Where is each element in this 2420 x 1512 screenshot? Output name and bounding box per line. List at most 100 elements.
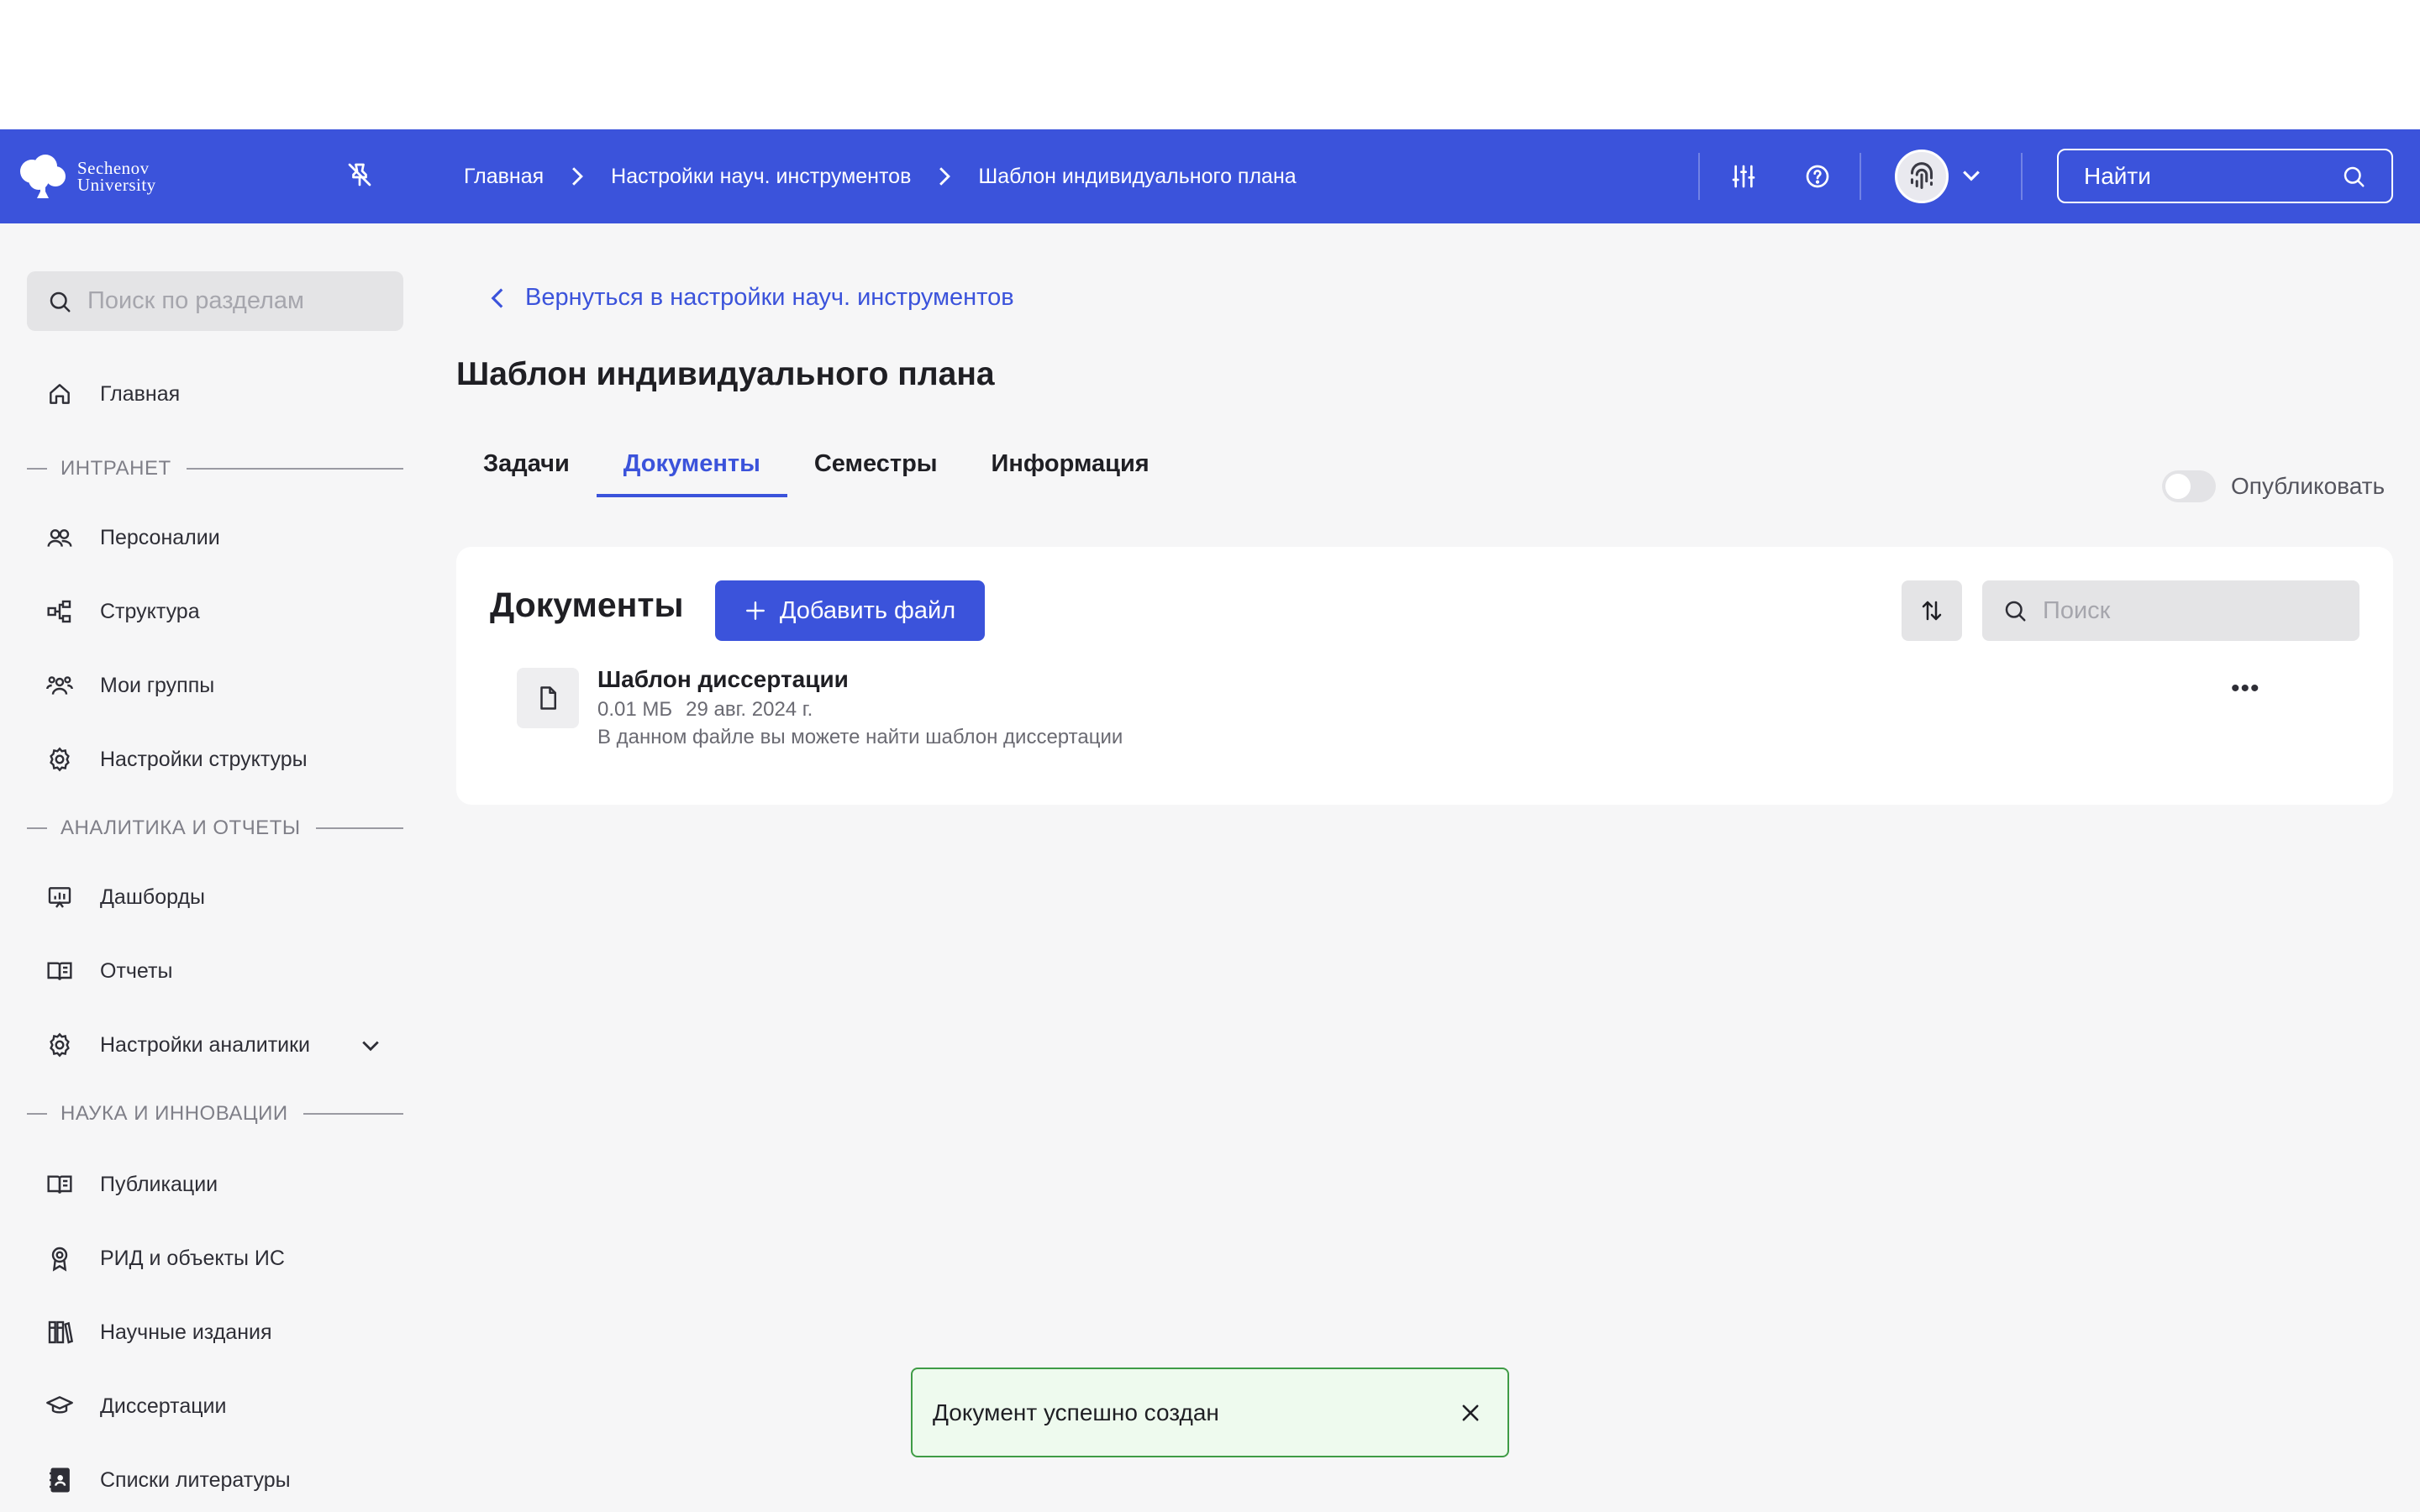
toast-message: Документ успешно создан [933, 1399, 1219, 1425]
breadcrumb-home[interactable]: Главная [464, 165, 544, 189]
sidebar-item-structure-settings[interactable]: Настройки структуры [46, 743, 308, 776]
sidebar-item-persons[interactable]: Персоналии [46, 521, 220, 554]
sidebar-item-reports[interactable]: Отчеты [46, 954, 172, 988]
publish-toggle[interactable] [2162, 470, 2216, 502]
sidebar-item-label: Главная [100, 381, 181, 406]
book-open-icon [47, 1175, 72, 1194]
user-avatar[interactable] [1895, 150, 1949, 203]
logo-line-2: University [77, 175, 156, 195]
sidebar-section-science: НАУКА И ИННОВАЦИИ [27, 1102, 403, 1126]
sidebar-item-label: Настройки структуры [100, 747, 308, 771]
tree-logo-icon [20, 155, 66, 198]
sidebar-item-label: Публикации [100, 1172, 218, 1196]
settings-sliders-button[interactable] [1727, 160, 1760, 193]
chevron-left-icon [491, 287, 503, 308]
add-file-label: Добавить файл [779, 596, 956, 624]
sidebar-section-title: НАУКА И ИННОВАЦИИ [60, 1102, 288, 1125]
chevron-right-icon [569, 165, 586, 187]
gear-icon [50, 747, 70, 772]
sidebar-item-structure[interactable]: Структура [46, 595, 200, 628]
sidebar-item-label: Научные издания [100, 1320, 272, 1344]
list-item[interactable]: Шаблон диссертации 0.01 МБ 29 авг. 2024 … [517, 666, 2357, 759]
tab-information[interactable]: Информация [965, 444, 1176, 497]
documents-search-placeholder: Поиск [2043, 596, 2111, 624]
breadcrumb: Главная Настройки науч. инструментов Шаб… [464, 129, 1297, 223]
sort-button[interactable] [1902, 580, 1962, 641]
documents-card: Документы Добавить файл Поиск Шаблон дис… [456, 547, 2393, 805]
help-circle-icon [1806, 165, 1829, 188]
top-blank-area [0, 0, 2420, 129]
header-divider [2021, 153, 2023, 200]
fingerprint-avatar-icon [1910, 162, 1933, 189]
sidebar-item-label: Отчеты [100, 958, 173, 983]
structure-icon [47, 600, 71, 623]
search-icon [50, 291, 71, 312]
publish-toggle-group: Опубликовать [2162, 470, 2385, 502]
sidebar-item-my-groups[interactable]: Мои группы [46, 669, 214, 702]
file-description: В данном файле вы можете найти шаблон ди… [597, 726, 1123, 748]
file-date: 29 авг. 2024 г. [686, 698, 813, 721]
dashboard-icon [48, 887, 71, 908]
group-icon [46, 676, 73, 695]
breadcrumb-current: Шаблон индивидуального плана [978, 164, 1297, 188]
more-options-icon[interactable]: ••• [2231, 675, 2260, 703]
graduation-cap-icon [46, 1396, 73, 1414]
university-logo[interactable]: Sechenov University [17, 153, 156, 200]
tab-documents[interactable]: Документы [596, 444, 787, 497]
book-open-icon [47, 962, 72, 980]
sidebar-item-dissertations[interactable]: Диссертации [46, 1389, 226, 1423]
tab-tasks[interactable]: Задачи [456, 444, 597, 497]
sidebar-section-title: ИНТРАНЕТ [60, 457, 171, 480]
sidebar-item-publications[interactable]: Публикации [46, 1168, 218, 1201]
sidebar-item-label: Списки литературы [100, 1467, 291, 1492]
global-search-field[interactable]: Найти [2057, 149, 2393, 203]
sidebar-section-title: АНАЛИТИКА И ОТЧЕТЫ [60, 816, 301, 839]
file-name[interactable]: Шаблон диссертации [597, 666, 849, 693]
sidebar-section-intranet: ИНТРАНЕТ [27, 457, 403, 480]
header-divider [1698, 153, 1700, 200]
add-file-button[interactable]: Добавить файл [715, 580, 985, 641]
logo-line-1: Sechenov [77, 158, 150, 178]
top-header: Sechenov University Главная Настройки на… [0, 129, 2420, 223]
sidebar-item-label: Мои группы [100, 673, 215, 697]
books-icon [48, 1320, 73, 1344]
award-icon [51, 1247, 68, 1272]
sidebar-item-ip-objects[interactable]: РИД и объекты ИС [46, 1242, 285, 1275]
sidebar-item-home[interactable]: Главная [46, 377, 180, 411]
sidebar: Поиск по разделам Главная ИНТРАНЕТ Персо… [0, 223, 420, 1512]
sidebar-item-journals[interactable]: Научные издания [46, 1315, 272, 1349]
sidebar-item-label: Персоналии [100, 525, 220, 549]
plus-icon [745, 601, 765, 620]
chevron-right-icon [936, 165, 953, 187]
search-icon [2344, 166, 2365, 186]
file-meta: 0.01 МБ 29 авг. 2024 г. [597, 698, 813, 722]
sidebar-search-input[interactable]: Поиск по разделам [27, 271, 403, 331]
chevron-down-icon[interactable] [359, 1033, 382, 1057]
file-size: 0.01 МБ [597, 698, 673, 721]
sort-arrows-icon [1922, 601, 1942, 621]
user-menu-chevron-down-icon[interactable] [1960, 163, 1983, 191]
back-link[interactable]: Вернуться в настройки науч. инструментов [490, 284, 1014, 312]
sidebar-item-label: Настройки аналитики [100, 1032, 311, 1057]
breadcrumb-instrument-settings[interactable]: Настройки науч. инструментов [611, 165, 911, 189]
file-icon [517, 668, 579, 728]
sidebar-item-analytics-settings[interactable]: Настройки аналитики [46, 1028, 382, 1062]
global-search-label: Найти [2084, 162, 2151, 189]
header-divider [1860, 153, 1861, 200]
success-toast: Документ успешно создан [911, 1368, 1509, 1457]
sidebar-item-label: РИД и объекты ИС [100, 1246, 285, 1270]
documents-title: Документы [490, 585, 684, 624]
unpin-sidebar-button[interactable] [345, 160, 375, 194]
help-button[interactable] [1801, 160, 1834, 193]
publish-label: Опубликовать [2231, 473, 2386, 499]
sidebar-item-references[interactable]: Списки литературы [46, 1463, 291, 1497]
close-icon[interactable] [1454, 1396, 1487, 1430]
sidebar-search-placeholder: Поиск по разделам [87, 287, 304, 314]
sidebar-item-label: Дашборды [100, 885, 205, 909]
back-link-label: Вернуться в настройки науч. инструментов [525, 284, 1014, 311]
sidebar-item-dashboards[interactable]: Дашборды [46, 880, 205, 914]
documents-search-input[interactable]: Поиск [1982, 580, 2360, 641]
page-title: Шаблон индивидуального плана [456, 356, 995, 392]
tab-semesters[interactable]: Семестры [787, 444, 965, 497]
contacts-book-icon [50, 1467, 70, 1493]
